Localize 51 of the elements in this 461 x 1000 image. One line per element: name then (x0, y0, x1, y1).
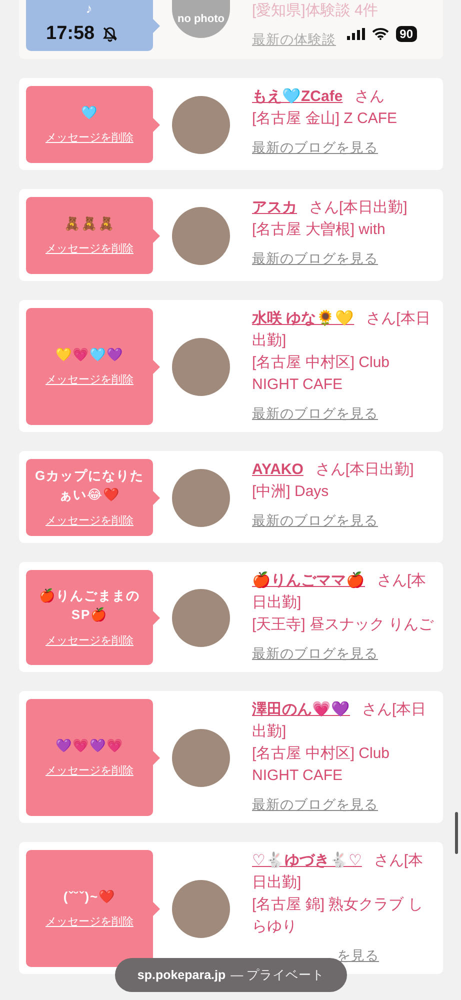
shop-address: [名古屋 金山] Z CAFE (252, 109, 398, 129)
delete-message-link[interactable]: メッセージを削除 (46, 632, 134, 648)
name-line: AYAKO さん[本日出勤] (252, 460, 415, 480)
message-text: (ˇ˘ˇ)~❤ (63, 888, 116, 906)
blog-link[interactable]: 最新のブログを見る (252, 403, 378, 425)
signal-icon (346, 28, 365, 40)
name-line: アスカ さん[本日出勤] (252, 198, 408, 218)
review-link[interactable]: 最新の体験談 (252, 29, 336, 51)
message-text: ♪ (86, 0, 94, 18)
blog-link[interactable]: 最新のブログを見る (252, 643, 378, 665)
message-text: 🩵 (81, 104, 98, 122)
message-text: 🧸🧸🧸 (64, 214, 115, 233)
scrollbar (455, 812, 458, 854)
name-link[interactable]: 水咲 ゆな🌻💛 (252, 310, 354, 327)
shop-address: [名古屋 中村区] Club NIGHT CAFE (252, 744, 391, 786)
name-line: 水咲 ゆな🌻💛 さん[本日出勤] (252, 308, 432, 351)
message-text: 🍎りんごままのSP🍎 (38, 587, 141, 624)
blog-link[interactable]: 最新のブログを見る (252, 794, 378, 816)
name-line: もえ🩵ZCafe さん (252, 87, 386, 107)
shop-address: [名古屋 錦] 熟女クラブ しらゆり (252, 895, 424, 937)
name-line: ♡🐇ゆづき🐇♡ さん[本日出勤] (252, 850, 424, 893)
name-line: 澤田のん💗💜 さん[本日出勤] (252, 700, 428, 742)
name-link[interactable]: 🍎りんごママ🍎 (252, 572, 365, 589)
blog-link[interactable]: 最新のブログを見る (252, 137, 378, 159)
delete-message-link[interactable]: メッセージを削除 (46, 763, 134, 778)
delete-message-link[interactable]: メッセージを削除 (46, 130, 134, 146)
blog-link[interactable]: 最新のブログを見る (252, 248, 378, 270)
name-link[interactable]: アスカ (252, 199, 297, 216)
message-text: Gカップになりたぁい😂❤ (34, 467, 146, 504)
delete-message-link[interactable]: メッセージを削除 (46, 372, 134, 388)
status-time: 17:58 (46, 23, 95, 45)
message-text: 💛💗🩵💜 (56, 346, 124, 364)
name-link[interactable]: ♡🐇ゆづき🐇♡ (252, 852, 362, 869)
bell-off-icon (102, 26, 118, 42)
name-link[interactable]: もえ🩵ZCafe (252, 88, 343, 105)
delete-message-link[interactable]: メッセージを削除 (46, 914, 134, 930)
delete-message-link[interactable]: メッセージを削除 (46, 512, 134, 528)
blog-link[interactable]: 最新のブログを見る (252, 510, 378, 532)
name-link[interactable]: 澤田のん💗💜 (252, 701, 350, 718)
no-photo-text: no photo (177, 13, 225, 25)
shop-address: [名古屋 大曽根] with (252, 220, 386, 240)
shop-address: [中洲] Days (252, 482, 330, 502)
delete-message-link[interactable]: メッセージを削除 (46, 241, 134, 256)
battery-level: 90 (396, 26, 417, 42)
wifi-icon (372, 28, 389, 40)
message-text: 💜💗💜💗 (56, 736, 124, 755)
name-line: 🍎りんごママ🍎 さん[本日出勤] (252, 570, 428, 613)
shop-address: [名古屋 中村区] Club NIGHT CAFE (252, 353, 391, 395)
review-count: [愛知県]体験談 4件 (252, 1, 379, 21)
name-link[interactable]: AYAKO (252, 461, 304, 478)
shop-address: [天王寺] 昼スナック りんご (252, 615, 435, 635)
